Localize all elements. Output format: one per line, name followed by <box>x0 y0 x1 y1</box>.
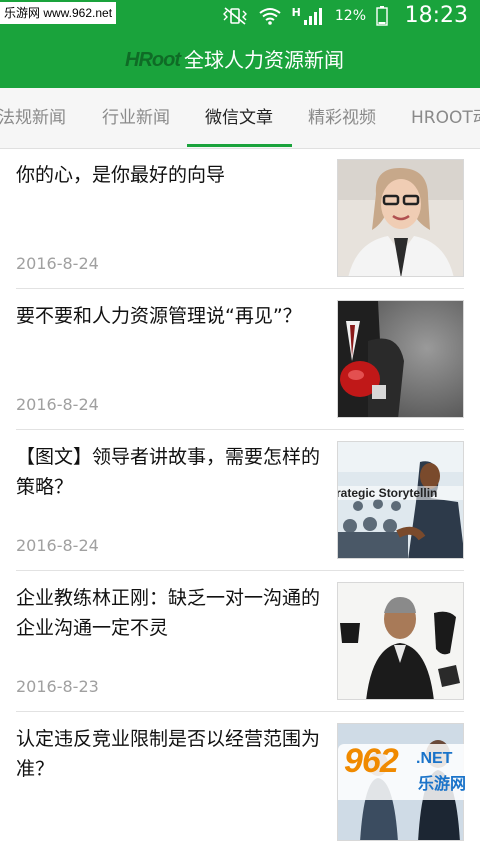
list-item[interactable]: 要不要和人力资源管理说“再见”？ 2016-8-24 <box>0 289 480 430</box>
wifi-icon <box>258 7 282 25</box>
network-type-label: H <box>291 5 301 19</box>
watermark-net: .NET <box>416 750 453 767</box>
article-thumbnail: rategic Storytellin <box>337 441 464 559</box>
status-icons: H 12% <box>222 6 388 26</box>
battery-percent: 12% <box>334 8 366 24</box>
category-tabs: 法规新闻 行业新闻 微信文章 精彩视频 HROOT动 <box>0 88 480 149</box>
app-header: HRoot 全球人力资源新闻 <box>0 32 480 88</box>
tab-videos[interactable]: 精彩视频 <box>308 88 376 148</box>
tab-industry[interactable]: 行业新闻 <box>102 88 170 148</box>
article-date: 2016-8-24 <box>16 395 99 414</box>
status-bar: 乐游网 www.962.net H 12% 18:23 <box>0 0 480 32</box>
tab-hroot-news[interactable]: HROOT动 <box>411 88 480 148</box>
article-title: 认定违反竞业限制是否以经营范围为准？ <box>16 728 321 780</box>
vibrate-mute-icon <box>222 7 248 25</box>
hroot-logo: HRoot <box>125 46 181 74</box>
signal-icon <box>303 7 325 25</box>
site-watermark: 乐游网 www.962.net <box>0 2 117 24</box>
article-date: 2016-8-24 <box>16 254 99 273</box>
article-date: 2016-8-23 <box>16 677 99 696</box>
watermark-site-name: 乐游网 <box>418 774 467 793</box>
article-title: 要不要和人力资源管理说“再见”？ <box>16 305 302 327</box>
list-item[interactable]: 你的心，是你最好的向导 2016-8-24 <box>0 148 480 289</box>
list-item[interactable]: 【图文】领导者讲故事，需要怎样的策略？ 2016-8-24 rategic St… <box>0 430 480 571</box>
article-title: 你的心，是你最好的向导 <box>16 164 226 186</box>
article-thumbnail <box>337 159 464 277</box>
thumbnail-caption: rategic Storytellin <box>338 486 437 500</box>
battery-icon <box>376 6 388 26</box>
article-title: 企业教练林正刚：缺乏一对一沟通的企业沟通一定不灵 <box>16 587 321 639</box>
article-title: 【图文】领导者讲故事，需要怎样的策略？ <box>16 446 321 498</box>
watermark-number: 962 <box>344 742 399 780</box>
clock: 18:23 <box>404 3 468 28</box>
list-item[interactable]: 企业教练林正刚：缺乏一对一沟通的企业沟通一定不灵 2016-8-23 <box>0 571 480 712</box>
article-thumbnail <box>337 300 464 418</box>
article-date: 2016-8-24 <box>16 536 99 555</box>
tab-wechat-articles[interactable]: 微信文章 <box>205 88 273 148</box>
page-title: 全球人力资源新闻 <box>184 48 344 72</box>
article-thumbnail <box>337 582 464 700</box>
active-tab-indicator <box>187 144 292 147</box>
logo-text: HRoot <box>125 48 181 71</box>
corner-watermark: 962 .NET 乐游网 <box>338 742 480 800</box>
tab-regulations[interactable]: 法规新闻 <box>0 88 66 148</box>
